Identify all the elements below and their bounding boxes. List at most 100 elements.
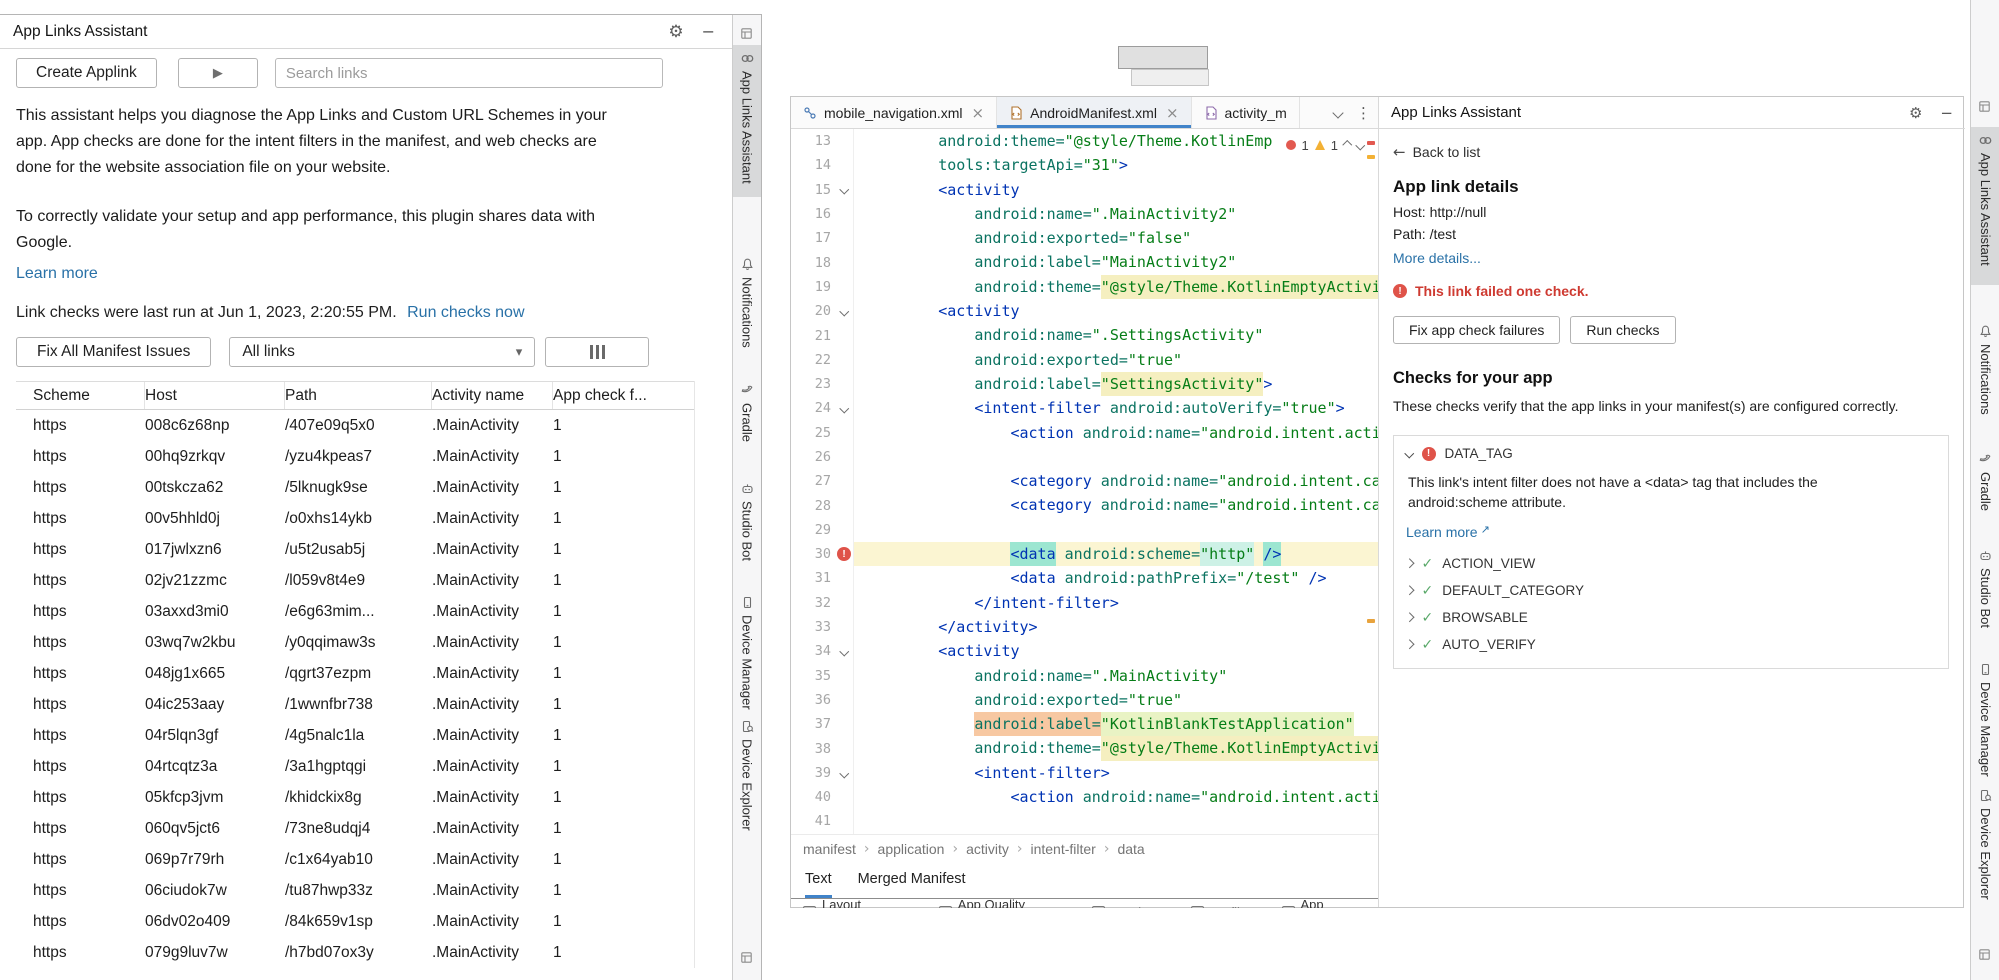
code-line[interactable]: 23android:label="SettingsActivity"> — [791, 372, 1378, 396]
minimize-icon[interactable]: − — [1940, 104, 1953, 122]
check-row-auto-verify[interactable]: ✓AUTO_VERIFY — [1406, 631, 1936, 658]
fix-app-check-failures-button[interactable]: Fix app check failures — [1393, 316, 1560, 344]
column-header-path[interactable]: Path — [285, 382, 432, 409]
code-line[interactable]: 33</activity> — [791, 615, 1378, 639]
chevron-right-icon[interactable] — [1405, 586, 1414, 595]
chevron-right-icon[interactable] — [1405, 559, 1414, 568]
breadcrumb-item-manifest[interactable]: manifest — [803, 841, 856, 857]
status-bar-item-profiler[interactable]: Profiler — [1191, 901, 1251, 908]
breadcrumb-item-application[interactable]: application — [878, 841, 945, 857]
fold-marker[interactable] — [835, 308, 853, 315]
table-row[interactable]: https03wq7w2kbu/y0qqimaw3s.MainActivity1 — [16, 627, 694, 658]
code-line[interactable]: 36android:exported="true" — [791, 688, 1378, 712]
error-stripe-mark[interactable] — [1367, 141, 1375, 145]
code-line[interactable]: 18android:label="MainActivity2" — [791, 250, 1378, 274]
column-header-activity-name[interactable]: Activity name — [432, 382, 553, 409]
gear-icon[interactable]: ⚙ — [668, 22, 683, 42]
check-row-default-category[interactable]: ✓DEFAULT_CATEGORY — [1406, 577, 1936, 604]
code-line[interactable]: 35android:name=".MainActivity" — [791, 664, 1378, 688]
breadcrumb-item-activity[interactable]: activity — [966, 841, 1009, 857]
code-editor[interactable]: 13android:theme="@style/Theme.KotlinEmp1… — [791, 129, 1378, 834]
close-icon[interactable]: × — [972, 104, 985, 122]
table-row[interactable]: https05kfcp3jvm/khidckix8g.MainActivity1 — [16, 782, 694, 813]
tool-window-icon[interactable] — [1978, 100, 1991, 118]
code-line[interactable]: 34<activity — [791, 639, 1378, 663]
warning-stripe-mark[interactable] — [1367, 155, 1375, 159]
chevron-up-icon[interactable] — [1343, 140, 1352, 149]
fold-marker[interactable] — [835, 405, 853, 412]
fold-marker[interactable] — [835, 648, 853, 655]
table-row[interactable]: https008c6z68np/407e09q5x0.MainActivity1 — [16, 410, 694, 441]
tool-strip-tab-device-explorer[interactable]: Device Explorer — [1971, 782, 1999, 900]
chevron-right-icon[interactable] — [1405, 613, 1414, 622]
code-line[interactable]: 37android:label="KotlinBlankTestApplicat… — [791, 712, 1378, 736]
code-line[interactable]: 41 — [791, 809, 1378, 833]
fold-marker[interactable] — [835, 770, 853, 777]
tool-strip-tab-notifications[interactable]: Notifications — [733, 251, 761, 348]
run-checks-now-link[interactable]: Run checks now — [407, 304, 524, 321]
code-line[interactable]: 16android:name=".MainActivity2" — [791, 202, 1378, 226]
fold-marker[interactable] — [835, 186, 853, 193]
tool-strip-tab-device-explorer[interactable]: Device Explorer — [733, 713, 761, 831]
learn-more-link[interactable]: Learn more — [16, 265, 98, 283]
check-row-data-tag[interactable]: ! DATA_TAG — [1406, 446, 1936, 461]
create-applink-button[interactable]: Create Applink — [16, 58, 157, 88]
table-row[interactable]: https079g9luv7w/h7bd07ox3y.MainActivity1 — [16, 937, 694, 968]
column-settings-button[interactable] — [545, 337, 649, 367]
code-line[interactable]: 15<activity — [791, 178, 1378, 202]
check-row-browsable[interactable]: ✓BROWSABLE — [1406, 604, 1936, 631]
code-line[interactable]: 20<activity — [791, 299, 1378, 323]
table-row[interactable]: https00tskcza62/5lknugk9se.MainActivity1 — [16, 472, 694, 503]
tool-strip-tab-gradle[interactable]: Gradle — [1971, 446, 1999, 511]
status-bar-item-app-quality-insights[interactable]: App Quality Insights — [939, 901, 1063, 908]
tool-strip-tab-gradle[interactable]: Gradle — [733, 377, 761, 442]
table-row[interactable]: https00hq9zrkqv/yzu4kpeas7.MainActivity1 — [16, 441, 694, 472]
table-row[interactable]: https06dv02o409/84k659v1sp.MainActivity1 — [16, 906, 694, 937]
tool-strip-tab-notifications[interactable]: Notifications — [1971, 318, 1999, 415]
tool-strip-tab-device-manager[interactable]: Device Manager — [1971, 656, 1999, 777]
chevron-right-icon[interactable] — [1405, 640, 1414, 649]
code-line[interactable]: 26 — [791, 445, 1378, 469]
more-details-link[interactable]: More details... — [1393, 250, 1481, 266]
chevron-down-icon[interactable] — [1405, 449, 1414, 458]
minimize-icon[interactable]: − — [702, 22, 715, 41]
tool-strip-tab-studio-bot[interactable]: Studio Bot — [1971, 542, 1999, 628]
close-icon[interactable]: × — [1166, 104, 1179, 122]
links-filter-dropdown[interactable]: All links ▾ — [229, 337, 535, 367]
code-line[interactable]: 39<intent-filter> — [791, 761, 1378, 785]
code-line[interactable]: 29 — [791, 518, 1378, 542]
more-options-icon[interactable]: ⋮ — [1349, 97, 1378, 128]
code-line[interactable]: 21android:name=".SettingsActivity" — [791, 323, 1378, 347]
table-row[interactable]: https03axxd3mi0/e6g63mim....MainActivity… — [16, 596, 694, 627]
status-bar-item-services[interactable]: Services — [1092, 901, 1161, 908]
tool-window-icon[interactable] — [740, 951, 753, 969]
code-line[interactable]: 32</intent-filter> — [791, 591, 1378, 615]
code-line[interactable]: 19android:theme="@style/Theme.KotlinEmpt… — [791, 275, 1378, 299]
search-links-input[interactable] — [275, 58, 663, 88]
code-line[interactable]: 24<intent-filter android:autoVerify="tru… — [791, 396, 1378, 420]
code-line[interactable]: 27<category android:name="android.intent… — [791, 469, 1378, 493]
chevron-down-icon[interactable] — [1355, 140, 1364, 149]
run-checks-button[interactable]: Run checks — [1570, 316, 1675, 344]
code-line[interactable]: 31<data android:pathPrefix="/test" /> — [791, 566, 1378, 590]
breadcrumb-item-intent-filter[interactable]: intent-filter — [1030, 841, 1095, 857]
table-row[interactable]: https00v5hhld0j/o0xhs14ykb.MainActivity1 — [16, 503, 694, 534]
check-row-action-view[interactable]: ✓ACTION_VIEW — [1406, 550, 1936, 577]
table-row[interactable]: https04ic253aay/1wwnfbr738.MainActivity1 — [16, 689, 694, 720]
table-row[interactable]: https04r5lqn3gf/4g5nalc1la.MainActivity1 — [16, 720, 694, 751]
table-row[interactable]: https017jwlxzn6/u5t2usab5j.MainActivity1 — [16, 534, 694, 565]
column-header-app-check-f[interactable]: App check f... — [553, 382, 694, 409]
code-line[interactable]: 30!<data android:scheme="http" /> — [791, 542, 1378, 566]
editor-tab-mobile-navigation-xml[interactable]: mobile_navigation.xml× — [791, 97, 997, 128]
table-row[interactable]: https04rtcqtz3a/3a1hgptqgi.MainActivity1 — [16, 751, 694, 782]
tool-window-icon[interactable] — [740, 27, 753, 45]
status-bar-item-app-inspection[interactable]: App Inspection — [1282, 901, 1378, 908]
breadcrumb-item-data[interactable]: data — [1117, 841, 1144, 857]
code-line[interactable]: 40<action android:name="android.intent.a… — [791, 785, 1378, 809]
run-link-checks-button[interactable]: ▶ — [178, 58, 258, 88]
fix-all-manifest-issues-button[interactable]: Fix All Manifest Issues — [16, 337, 211, 367]
editor-tab-androidmanifest-xml[interactable]: AndroidManifest.xml× — [997, 97, 1191, 128]
tool-strip-tab-studio-bot[interactable]: Studio Bot — [733, 475, 761, 561]
check-learn-more-link[interactable]: Learn more — [1406, 524, 1478, 540]
tab-text[interactable]: Text — [805, 862, 832, 898]
